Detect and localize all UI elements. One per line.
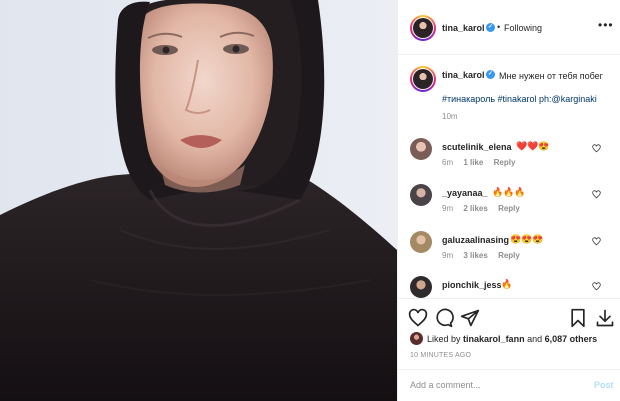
- comment-like-heart-icon[interactable]: [592, 237, 601, 246]
- comment-bubble-icon[interactable]: [434, 308, 454, 328]
- separator-dot: •: [497, 22, 501, 32]
- caption-timestamp: 10m: [442, 112, 458, 121]
- likes-summary: Liked by tinakarol_fann and 6,087 others: [410, 332, 620, 346]
- liker-avatar[interactable]: [410, 332, 423, 345]
- comment-item: _yayanaa_ 🔥🔥🔥 9m 2 likes Reply: [398, 184, 620, 224]
- add-comment-input[interactable]: Add a comment...: [410, 380, 481, 390]
- comment-reply-button[interactable]: Reply: [498, 251, 520, 260]
- add-comment-bar: Add a comment... Post: [398, 369, 620, 401]
- comment-avatar[interactable]: [410, 138, 432, 160]
- paper-plane-icon[interactable]: [460, 308, 480, 328]
- caption-avatar[interactable]: [410, 66, 436, 92]
- comment-meta: 6m 1 like Reply: [442, 158, 523, 167]
- post-photo[interactable]: [0, 0, 397, 401]
- comment-meta: 9m 2 likes Reply: [442, 204, 528, 213]
- comment-time: 9m: [442, 251, 454, 260]
- likes-text[interactable]: Liked by tinakarol_fann and 6,087 others: [427, 334, 597, 344]
- comment-username[interactable]: pionchik_jess: [442, 280, 502, 290]
- comment-text: ❤️❤️😍: [516, 141, 550, 151]
- post-side-panel: tina_karol ✓ • Following ••• tina_karol …: [397, 0, 620, 401]
- caption-hashtags[interactable]: #тинакароль #tinakarol ph:@karginaki: [442, 94, 597, 104]
- comment-like-heart-icon[interactable]: [592, 190, 601, 199]
- likes-prefix: Liked by: [427, 334, 461, 344]
- more-options-icon[interactable]: •••: [598, 18, 614, 32]
- post-actions: Liked by tinakarol_fann and 6,087 others…: [398, 298, 620, 401]
- verified-badge-icon: ✓: [486, 23, 495, 32]
- comment-meta: 9m 3 likes Reply: [442, 251, 528, 260]
- liker-username[interactable]: tinakarol_fann: [463, 334, 525, 344]
- heart-icon[interactable]: [408, 308, 428, 328]
- comment-likes[interactable]: 3 likes: [463, 251, 487, 260]
- comment-text: 😍😍😍: [510, 234, 544, 244]
- comment-avatar[interactable]: [410, 276, 432, 298]
- following-button[interactable]: Following: [504, 23, 542, 33]
- comment-likes[interactable]: 1 like: [463, 158, 483, 167]
- comment-avatar[interactable]: [410, 184, 432, 206]
- post-date: 10 MINUTES AGO: [410, 352, 472, 359]
- comment-username[interactable]: scutelinik_elena: [442, 142, 512, 152]
- post-header: tina_karol ✓ • Following •••: [398, 0, 620, 55]
- caption-text: Мне нужен от тебя побег: [499, 71, 603, 81]
- post-comment-button[interactable]: Post: [594, 380, 614, 390]
- download-icon[interactable]: [595, 308, 615, 328]
- comment-like-heart-icon[interactable]: [592, 282, 601, 291]
- comment-likes[interactable]: 2 likes: [463, 204, 487, 213]
- comment-text: 🔥: [501, 279, 513, 289]
- comment-time: 6m: [442, 158, 454, 167]
- bookmark-icon[interactable]: [568, 308, 588, 328]
- comment-like-heart-icon[interactable]: [592, 144, 601, 153]
- comment-text: 🔥🔥🔥: [492, 187, 526, 197]
- comment-avatar[interactable]: [410, 231, 432, 253]
- author-username[interactable]: tina_karol: [442, 23, 485, 33]
- comment-username[interactable]: galuzaalinasing: [442, 235, 509, 245]
- instagram-post: tina_karol ✓ • Following ••• tina_karol …: [0, 0, 620, 401]
- comment-item: galuzaalinasing 😍😍😍 9m 3 likes Reply: [398, 231, 620, 271]
- comment-reply-button[interactable]: Reply: [494, 158, 516, 167]
- comment-time: 9m: [442, 204, 454, 213]
- comment-reply-button[interactable]: Reply: [498, 204, 520, 213]
- portrait-illustration: [0, 0, 397, 401]
- likes-middle: and: [527, 334, 543, 344]
- comment-username[interactable]: _yayanaa_: [442, 188, 488, 198]
- comment-item: pionchik_jess 🔥: [398, 276, 620, 298]
- likes-count[interactable]: 6,087 others: [545, 334, 598, 344]
- author-avatar[interactable]: [410, 15, 436, 41]
- comment-item: scutelinik_elena ❤️❤️😍 6m 1 like Reply: [398, 138, 620, 178]
